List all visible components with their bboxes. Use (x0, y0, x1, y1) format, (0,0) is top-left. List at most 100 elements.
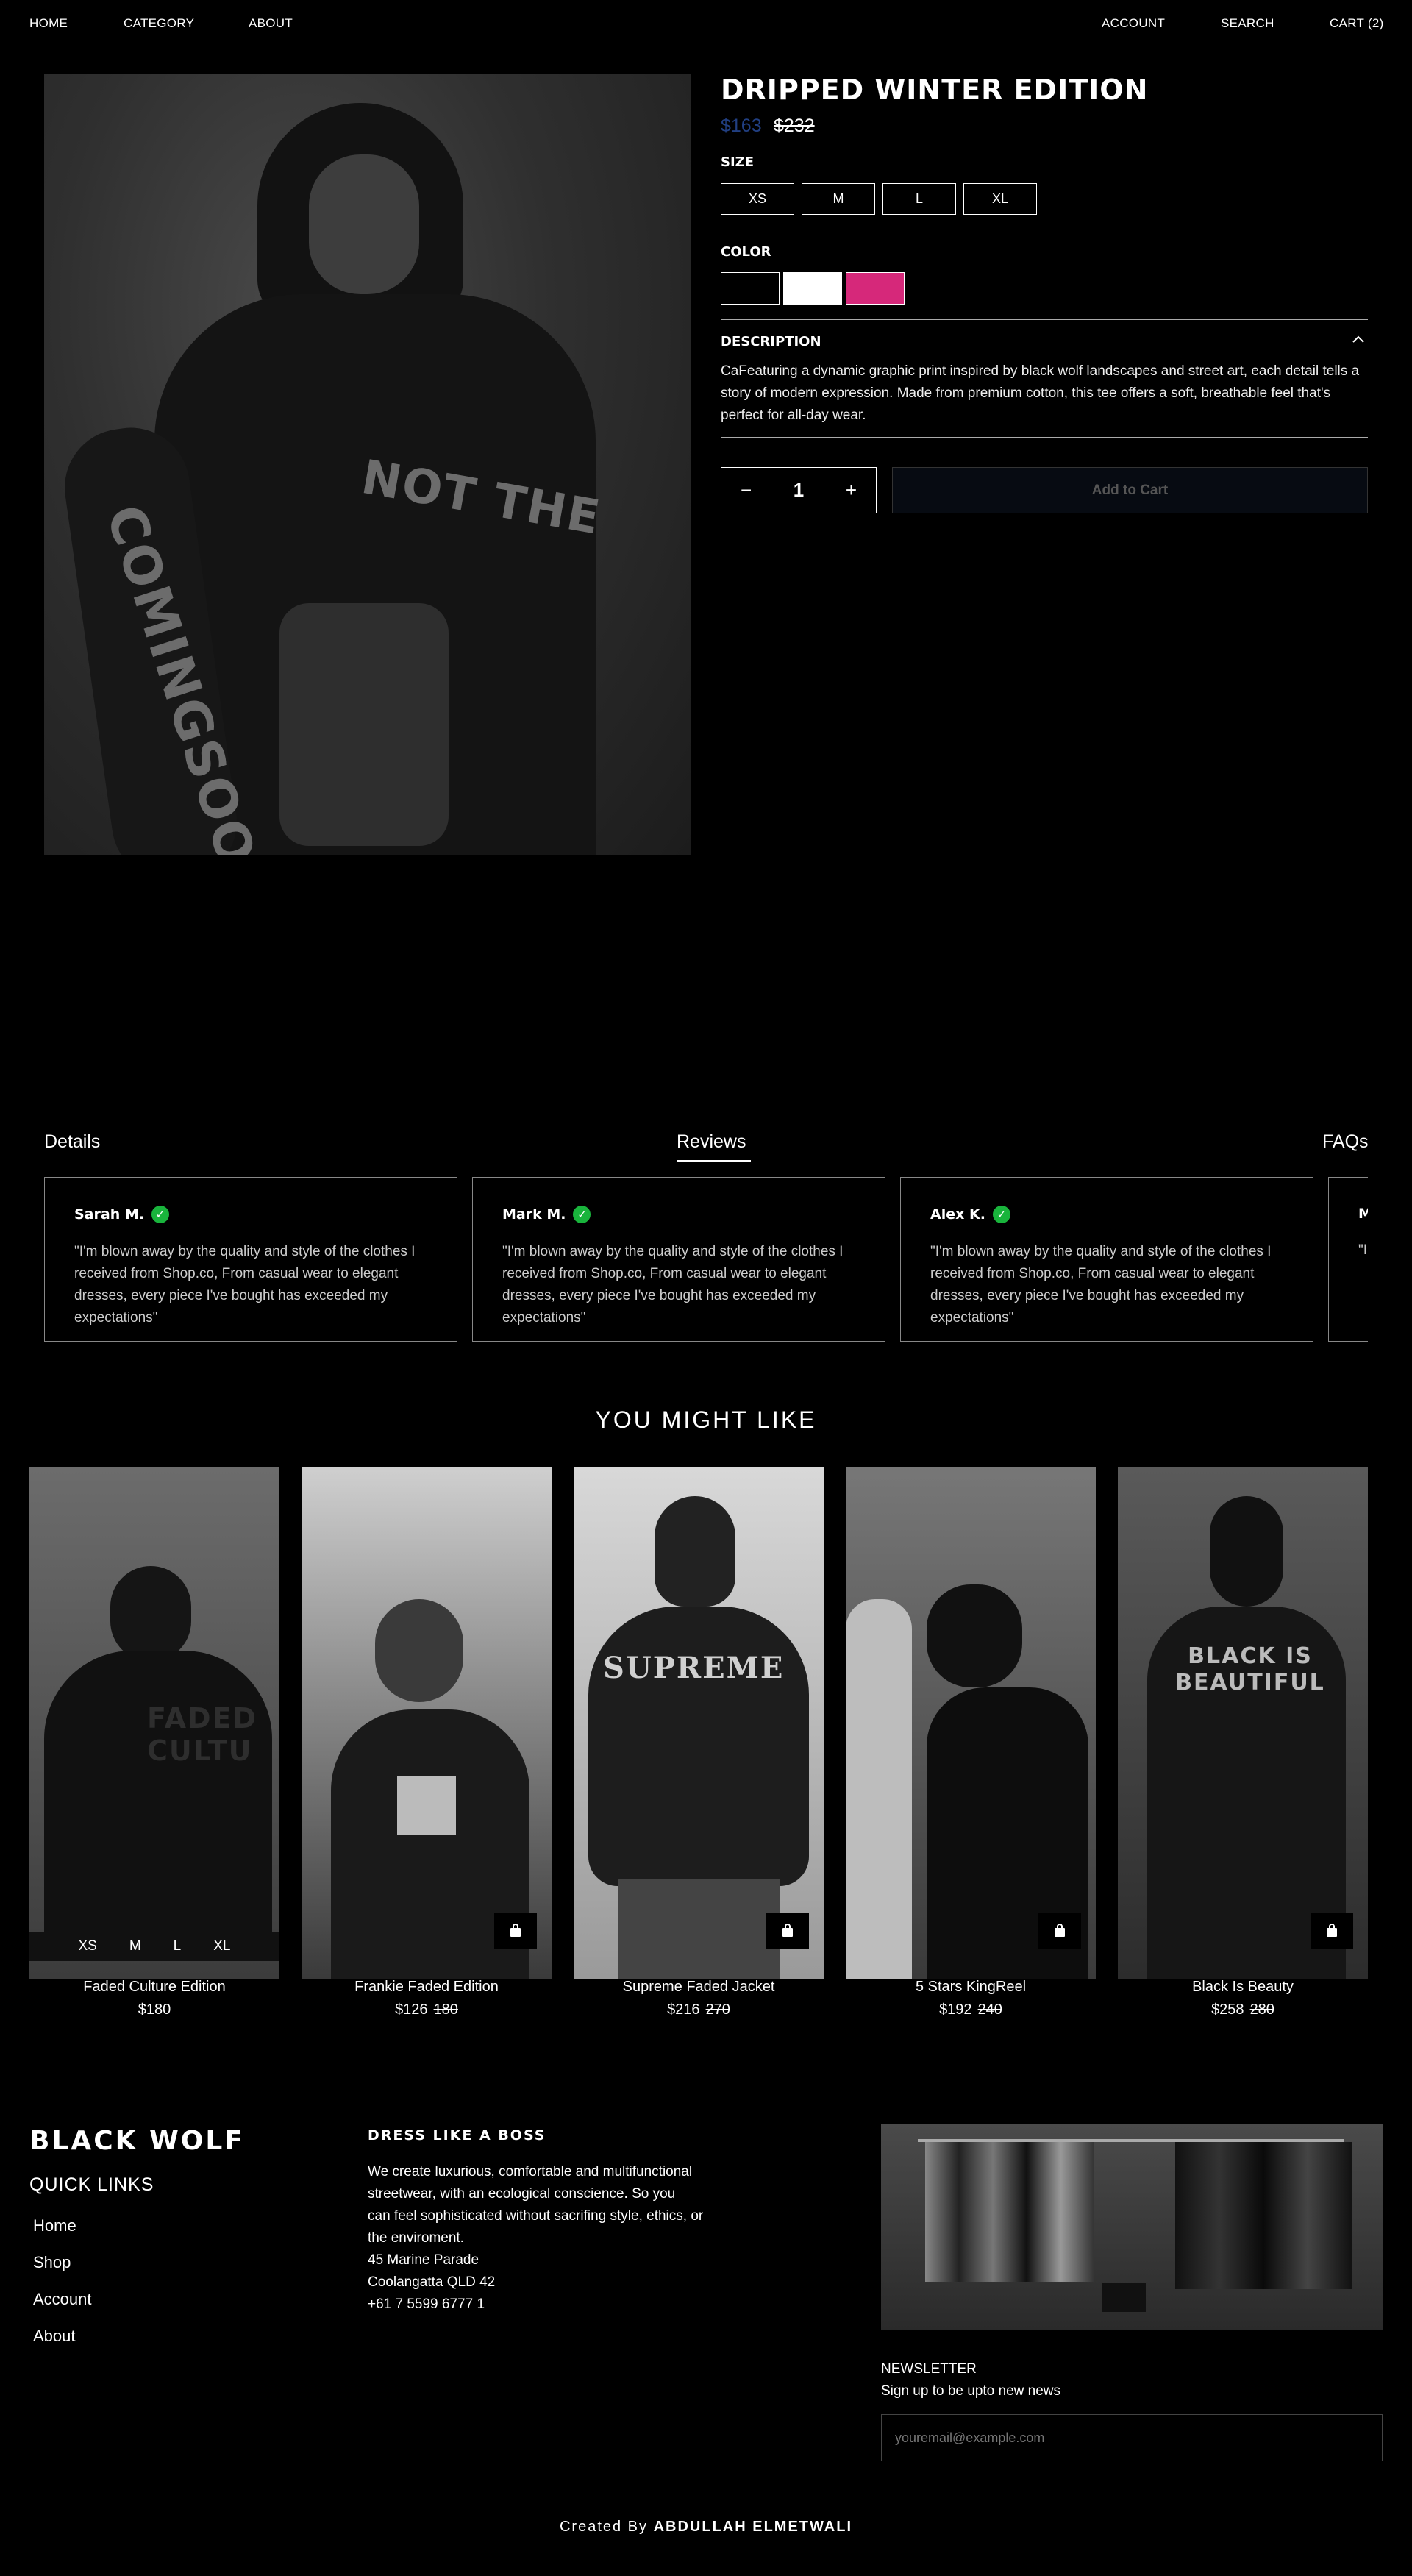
size-xs-button[interactable]: XS (721, 183, 794, 215)
product-card-name[interactable]: Faded Culture Edition (29, 1979, 279, 1996)
footer-link-home[interactable]: Home (33, 2216, 76, 2235)
quick-links-title: QUICK LINKS (29, 2174, 154, 2195)
footer-about-line: We create luxurious, comfortable and mul… (368, 2164, 693, 2180)
newsletter-subtitle: Sign up to be upto new news (881, 2383, 1061, 2399)
product-card-price: $216 270 (574, 2002, 824, 2018)
color-swatch-white[interactable] (783, 272, 842, 305)
product-card-name[interactable]: 5 Stars KingReel (846, 1979, 1096, 1996)
price: $258 (1211, 2002, 1244, 2018)
add-to-bag-button[interactable] (1038, 1913, 1081, 1949)
tab-reviews[interactable]: Reviews (677, 1131, 746, 1153)
quick-size-bar: XS M L XL (29, 1932, 279, 1961)
footer-address-line: 45 Marine Parade (368, 2252, 479, 2268)
tab-details[interactable]: Details (44, 1131, 100, 1153)
footer-brand-logo: BLACK WOLF (29, 2126, 245, 2156)
product-card-name[interactable]: Supreme Faded Jacket (574, 1979, 824, 1996)
color-swatch-pink[interactable] (846, 272, 905, 305)
divider (721, 437, 1368, 438)
product-old-price: $232 (774, 115, 815, 136)
product-price: $163 (721, 115, 762, 136)
old-price: 270 (705, 2002, 730, 2018)
size-m-button[interactable]: M (802, 183, 875, 215)
footer-address-line: Coolangatta QLD 42 (368, 2274, 496, 2290)
size-xl-button[interactable]: XL (963, 183, 1037, 215)
nav-cart[interactable]: CART (2) (1330, 16, 1384, 31)
chevron-up-icon[interactable] (1352, 334, 1365, 344)
product-card-price: $126 180 (302, 2002, 552, 2018)
shopping-bag-icon (1327, 1924, 1337, 1937)
footer-phone: +61 7 5599 6777 1 (368, 2296, 485, 2312)
shopping-bag-icon (510, 1924, 521, 1937)
product-image: NOT THE COMINGSOON (44, 74, 691, 855)
nav-account[interactable]: ACCOUNT (1102, 16, 1165, 31)
color-label: COLOR (721, 244, 771, 260)
review-card: Alex K. ✓ "I'm blown away by the quality … (900, 1177, 1313, 1342)
product-card-image[interactable] (846, 1467, 1096, 1979)
review-text: "I' c to e (1358, 1242, 1368, 1258)
review-text: "I'm blown away by the quality and style… (502, 1244, 844, 1326)
footer-link-about[interactable]: About (33, 2327, 76, 2346)
newsletter-title: NEWSLETTER (881, 2361, 977, 2377)
product-card-image[interactable] (302, 1467, 552, 1979)
nav-search[interactable]: SEARCH (1221, 16, 1274, 31)
product-card-image[interactable]: SUPREME (574, 1467, 824, 1979)
review-text: "I'm blown away by the quality and style… (74, 1244, 416, 1326)
newsletter-email-input[interactable] (881, 2414, 1383, 2461)
product-title: DRIPPED WINTER EDITION (721, 74, 1149, 106)
footer-link-shop[interactable]: Shop (33, 2253, 71, 2272)
footer-about-line: the enviroment. (368, 2230, 464, 2246)
old-price: 280 (1249, 2002, 1274, 2018)
size-label: SIZE (721, 154, 755, 170)
review-card: Mark M. ✓ "I'm blown away by the quality … (472, 1177, 885, 1342)
active-tab-indicator (677, 1160, 751, 1162)
plus-icon[interactable]: + (846, 479, 857, 502)
quick-size-xl[interactable]: XL (213, 1938, 230, 1954)
product-card-image[interactable]: FADED CULTU XS M L XL (29, 1467, 279, 1979)
product-description: CaFeaturing a dynamic graphic print insp… (721, 363, 1360, 423)
quick-size-xs[interactable]: XS (78, 1938, 96, 1954)
quantity-stepper: − 1 + (721, 467, 877, 513)
add-to-bag-button[interactable] (766, 1913, 809, 1949)
add-to-bag-button[interactable] (1311, 1913, 1353, 1949)
credit-author[interactable]: ABDULLAH ELMETWALI (654, 2519, 852, 2535)
divider (721, 319, 1368, 320)
review-card: Sarah M. ✓ "I'm blown away by the quality… (44, 1177, 457, 1342)
add-to-bag-button[interactable] (494, 1913, 537, 1949)
price: $126 (395, 2002, 428, 2018)
product-card-price: $258 280 (1118, 2002, 1368, 2018)
product-card-name[interactable]: Frankie Faded Edition (302, 1979, 552, 1996)
product-card-price: $192 240 (846, 2002, 1096, 2018)
nav-about[interactable]: ABOUT (249, 16, 293, 31)
review-text: "I'm blown away by the quality and style… (930, 1244, 1272, 1326)
footer-credit: Created By ABDULLAH ELMETWALI (0, 2519, 1412, 2536)
old-price: 240 (977, 2002, 1002, 2018)
reviews-carousel[interactable]: Sarah M. ✓ "I'm blown away by the quality… (44, 1170, 1368, 1353)
review-card: M "I' c to e (1328, 1177, 1368, 1342)
color-swatch-black[interactable] (721, 272, 780, 305)
add-to-cart-button[interactable]: Add to Cart (892, 467, 1368, 513)
footer-link-account[interactable]: Account (33, 2290, 92, 2309)
product-card-image[interactable]: BLACK IS BEAUTIFUL (1118, 1467, 1368, 1979)
nav-home[interactable]: HOME (29, 16, 68, 31)
quick-size-l[interactable]: L (174, 1938, 182, 1954)
description-toggle[interactable]: DESCRIPTION (721, 334, 821, 349)
section-title: YOU MIGHT LIKE (595, 1406, 817, 1433)
price: $180 (138, 2002, 171, 2018)
old-price: 180 (433, 2002, 458, 2018)
credit-prefix: Created By (559, 2519, 649, 2535)
size-l-button[interactable]: L (883, 183, 956, 215)
nav-category[interactable]: CATEGORY (124, 16, 194, 31)
shirt-print-text: BLACK IS BEAUTIFUL (1175, 1643, 1325, 1696)
quick-size-m[interactable]: M (129, 1938, 141, 1954)
reviewer-name: Alex K. (930, 1206, 985, 1223)
price: $192 (939, 2002, 972, 2018)
minus-icon[interactable]: − (741, 479, 752, 502)
shopping-bag-icon (782, 1924, 793, 1937)
product-card-name[interactable]: Black Is Beauty (1118, 1979, 1368, 1996)
reviewer-name: Sarah M. (74, 1206, 144, 1223)
quantity-value[interactable]: 1 (794, 479, 804, 502)
reviewer-name: Mark M. (502, 1206, 566, 1223)
verified-check-icon: ✓ (573, 1206, 591, 1223)
verified-check-icon: ✓ (151, 1206, 169, 1223)
tab-faqs[interactable]: FAQs (1322, 1131, 1369, 1153)
